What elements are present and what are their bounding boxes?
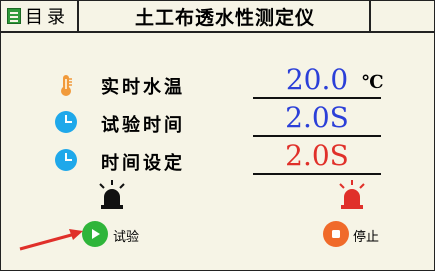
header-bar: 目录 土工布透水性测定仪 <box>1 1 434 33</box>
clock-icon <box>55 149 77 173</box>
test-time-label: 试验时间 <box>101 115 185 136</box>
alarm-light-off-icon <box>95 179 129 211</box>
header-right-cell <box>369 1 435 31</box>
clock-icon <box>55 111 77 135</box>
time-setting-row: 时间设定 2.0S <box>1 139 434 177</box>
menu-icon <box>7 8 21 24</box>
stop-button[interactable] <box>323 221 349 247</box>
test-time-row: 试验时间 2.0S <box>1 101 434 139</box>
stop-label[interactable]: 停止 <box>353 226 379 245</box>
water-temperature-label: 实时水温 <box>101 77 185 98</box>
menu-button[interactable]: 目录 <box>1 1 79 31</box>
time-setting-label: 时间设定 <box>101 153 185 174</box>
thermometer-icon <box>55 73 77 97</box>
start-test-label[interactable]: 试验 <box>113 226 139 245</box>
alarm-light-on-icon <box>335 179 369 211</box>
pointer-arrow-icon <box>17 223 87 257</box>
stop-icon <box>330 225 342 244</box>
instrument-screen: 目录 土工布透水性测定仪 实时水温 20.0 ℃ 试验时间 2.0S 时间设定 <box>0 0 435 271</box>
water-temperature-row: 实时水温 20.0 ℃ <box>1 63 434 101</box>
temperature-unit: ℃ <box>362 72 384 93</box>
play-icon <box>89 225 101 244</box>
page-title: 土工布透水性测定仪 <box>134 6 315 29</box>
time-setting-input[interactable]: 2.0S <box>253 139 381 175</box>
menu-label: 目录 <box>25 7 69 28</box>
test-time-value: 2.0S <box>253 101 381 137</box>
